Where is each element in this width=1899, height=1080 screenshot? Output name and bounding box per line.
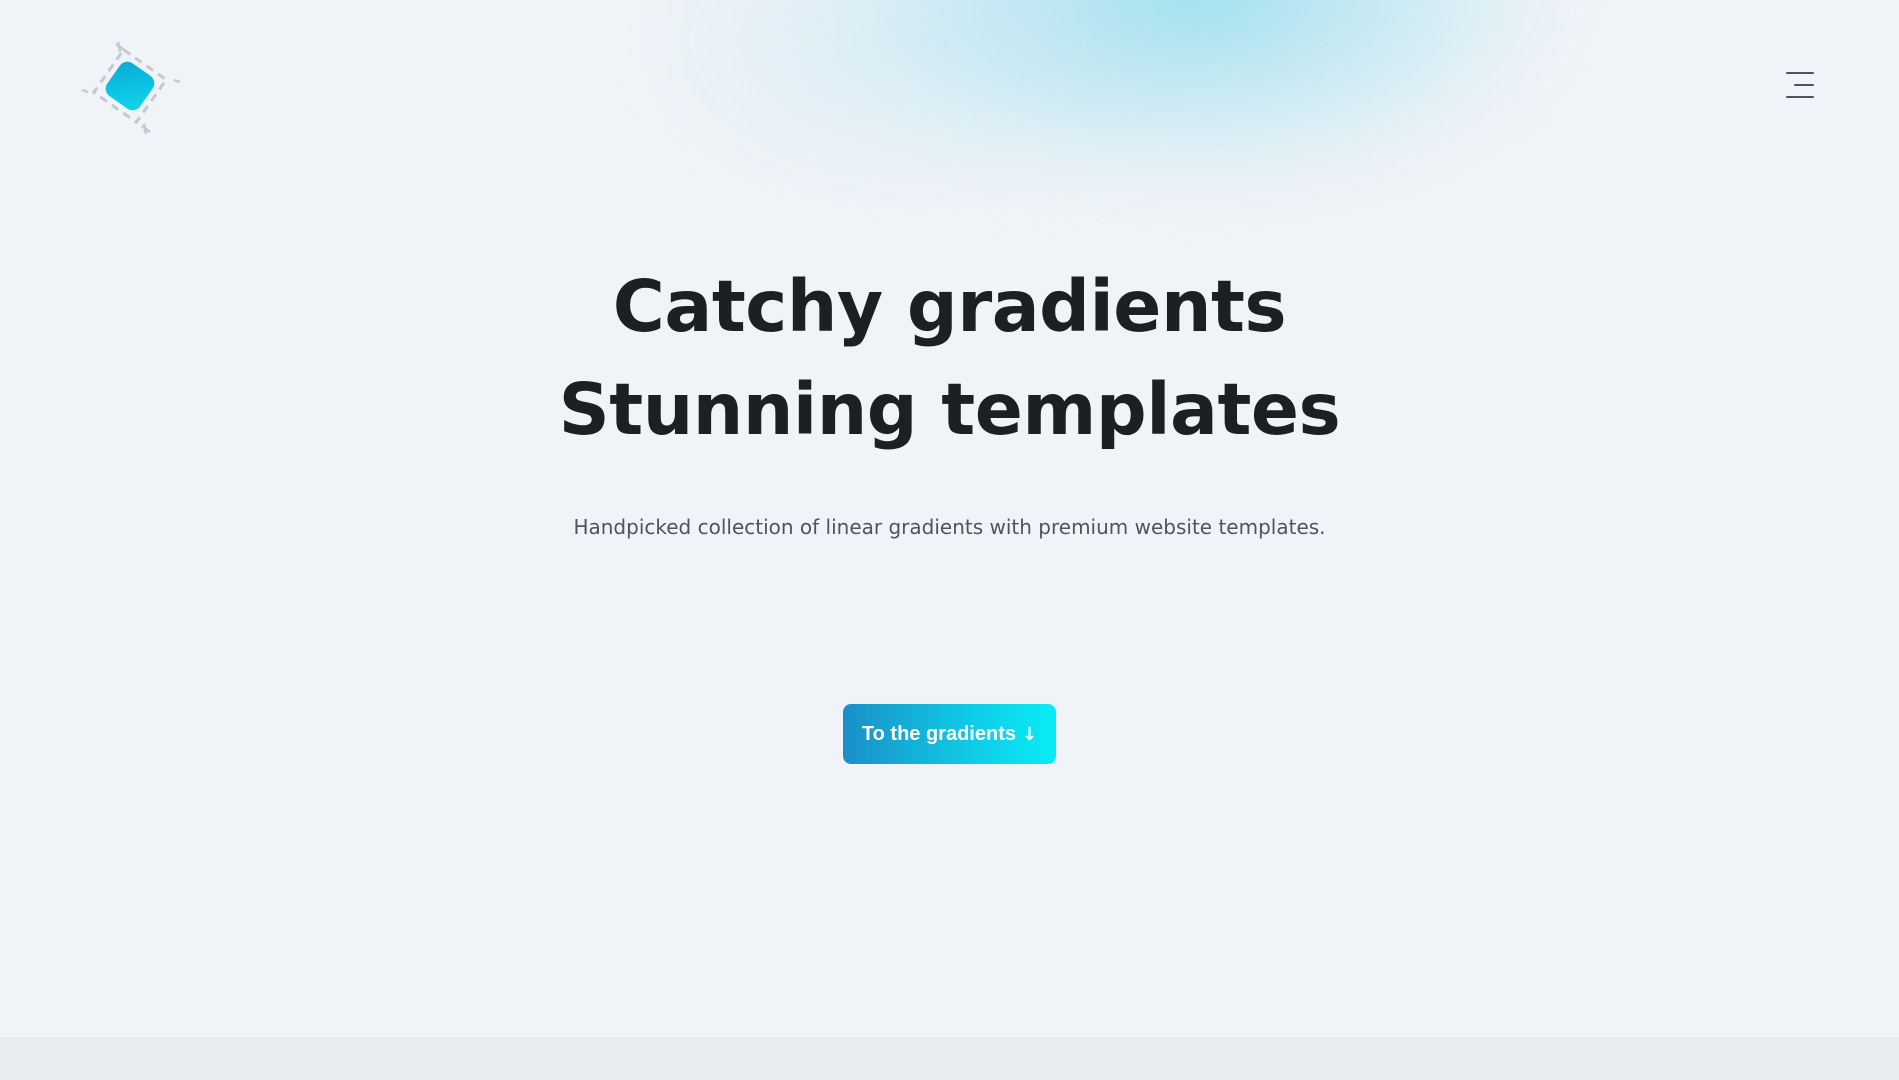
hero-headline: Catchy gradients Stunning templates <box>0 255 1899 461</box>
logo-link[interactable] <box>78 38 186 138</box>
hero: Catchy gradients Stunning templates <box>0 255 1899 461</box>
hamburger-menu-icon-bottom-bar <box>1786 96 1814 98</box>
hamburger-menu-icon <box>1786 72 1814 74</box>
to-the-gradients-button[interactable]: To the gradients ↓ <box>843 704 1056 764</box>
headline-line-2: Stunning templates <box>558 368 1341 451</box>
hamburger-menu-icon-middle-bar <box>1794 84 1814 86</box>
headline-line-1: Catchy gradients <box>612 265 1287 348</box>
menu-button[interactable] <box>1778 70 1820 102</box>
hero-subtitle: Handpicked collection of linear gradient… <box>573 515 1326 539</box>
cta-label: To the gradients <box>861 722 1016 745</box>
landing-page: Catchy gradients Stunning templates Hand… <box>0 0 1899 1080</box>
next-section-band <box>0 1037 1899 1080</box>
gradient-diamond-logo-icon <box>81 41 181 135</box>
arrow-down-icon: ↓ <box>1022 723 1038 745</box>
